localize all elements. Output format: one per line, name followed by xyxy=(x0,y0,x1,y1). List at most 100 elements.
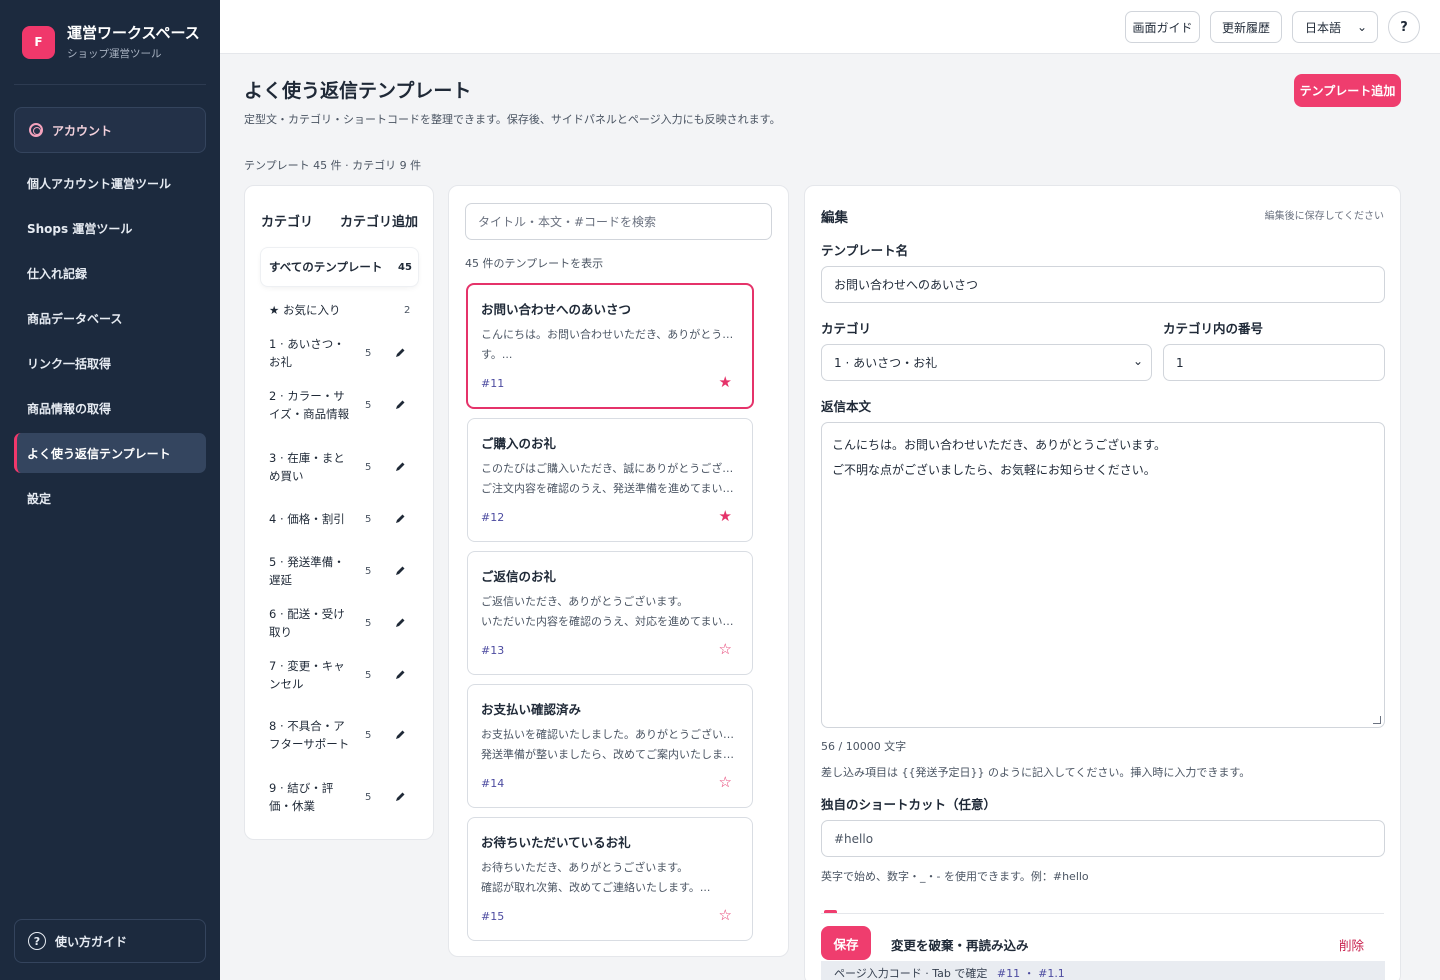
template-card[interactable]: お問い合わせへのあいさつ こんにちは。お問い合わせいただき、ありがとうございま … xyxy=(466,283,754,409)
question-icon: ? xyxy=(28,932,46,950)
account-label: アカウント xyxy=(52,123,113,138)
template-title: お問い合わせへのあいさつ xyxy=(481,302,632,317)
page-input-codes: #11 ・ #1.1 xyxy=(996,967,1065,980)
page-description: 定型文・カテゴリ・ショートコードを整理できます。保存後、サイドパネルとページ入力… xyxy=(244,113,781,126)
category-item-8[interactable]: 8 · 不具合・アフターサポート 5 xyxy=(261,704,418,766)
sidebar-item-reply-templates[interactable]: よく使う返信テンプレート xyxy=(14,433,206,473)
category-item-3[interactable]: 3 · 在庫・まとめ買い 5 xyxy=(261,438,418,496)
template-name-input[interactable]: お問い合わせへのあいさつ xyxy=(821,266,1385,303)
add-template-button[interactable]: テンプレート追加 xyxy=(1294,74,1401,107)
edit-pencil-icon[interactable] xyxy=(393,728,407,742)
template-preview-line: ご返信いただき、ありがとうございます。 xyxy=(481,595,689,608)
sidebar-item-bulk-links[interactable]: リンク一括取得 xyxy=(14,343,206,383)
category-item-7[interactable]: 7 · 変更・キャンセル 5 xyxy=(261,646,418,704)
template-search-input[interactable] xyxy=(465,203,772,240)
edit-pencil-icon[interactable] xyxy=(393,346,407,360)
category-label: 3 · 在庫・まとめ買い xyxy=(269,451,345,483)
sidebar-item-product-database[interactable]: 商品データベース xyxy=(14,298,206,338)
category-number-input[interactable]: 1 xyxy=(1163,344,1385,381)
category-count: 5 xyxy=(365,347,372,359)
edit-pencil-icon[interactable] xyxy=(393,790,407,804)
sidebar-nav: 個人アカウント運営ツール Shops 運営ツール 仕入れ記録 商品データベース … xyxy=(14,163,206,523)
category-label: 7 · 変更・キャンセル xyxy=(269,659,345,691)
sidebar-item-personal-account[interactable]: 個人アカウント運営ツール xyxy=(14,163,206,203)
category-number-label: カテゴリ内の番号 xyxy=(1163,321,1264,336)
category-count: 5 xyxy=(365,399,372,411)
category-label: すべてのテンプレート xyxy=(269,260,383,274)
category-item-all[interactable]: すべてのテンプレート 45 xyxy=(261,248,418,286)
shortcut-label: 独自のショートカット（任意） xyxy=(821,797,997,812)
category-item-favorites[interactable]: ★ お気に入り 2 xyxy=(261,286,418,334)
screen-guide-button[interactable]: 画面ガイド xyxy=(1125,11,1200,43)
topbar: 画面ガイド 更新履歴 日本語 ⌄ ? xyxy=(220,0,1440,54)
template-code: #14 xyxy=(481,777,505,790)
category-item-6[interactable]: 6 · 配送・受け取り 5 xyxy=(261,600,418,646)
edit-pencil-icon[interactable] xyxy=(393,616,407,630)
template-card[interactable]: お待ちいただいているお礼 お待ちいただき、ありがとうございます。 確認が取れ次第… xyxy=(467,817,753,941)
brand-subtitle: ショップ運営ツール xyxy=(67,48,162,60)
add-category-button[interactable]: カテゴリ追加 xyxy=(340,211,418,230)
template-card[interactable]: ご返信のお礼 ご返信いただき、ありがとうございます。 いただいた内容を確認のうえ… xyxy=(467,551,753,675)
reply-body-label: 返信本文 xyxy=(821,399,872,414)
category-item-4[interactable]: 4 · 価格・割引 5 xyxy=(261,496,418,542)
template-code: #12 xyxy=(481,511,505,524)
char-count: 56 / 10000 文字 xyxy=(821,740,907,753)
category-item-1[interactable]: 1 · あいさつ・お礼 5 xyxy=(261,334,418,372)
edit-pencil-icon[interactable] xyxy=(393,460,407,474)
reply-body-line: こんにちは。お問い合わせいただき、ありがとうございます。 xyxy=(832,438,1166,452)
category-count: 5 xyxy=(365,461,372,473)
category-count: 5 xyxy=(365,729,372,741)
favorite-star-icon[interactable]: ★ xyxy=(719,507,732,525)
category-item-5[interactable]: 5 · 発送準備・遅延 5 xyxy=(261,542,418,600)
template-code: #15 xyxy=(481,910,505,923)
account-icon xyxy=(29,123,43,137)
edit-hint: 編集後に保存してください xyxy=(1264,211,1384,222)
template-card[interactable]: ご購入のお礼 このたびはご購入いただき、誠にありがとうございます。 ご注文内容を… xyxy=(467,418,753,542)
template-preview-line: 発送準備が整いましたら、改めてご案内いたします。... xyxy=(481,748,741,761)
delete-button[interactable]: 削除 xyxy=(1339,935,1364,954)
category-select-label: カテゴリ xyxy=(821,321,872,336)
category-count: 5 xyxy=(365,617,372,629)
sidebar-item-purchase-records[interactable]: 仕入れ記録 xyxy=(14,253,206,293)
edit-pencil-icon[interactable] xyxy=(393,668,407,682)
edit-pencil-icon[interactable] xyxy=(393,512,407,526)
template-preview-line: こんにちは。お問い合わせいただき、ありがとうございま xyxy=(481,328,741,341)
page-title: よく使う返信テンプレート xyxy=(244,80,472,102)
reply-body-textarea[interactable]: こんにちは。お問い合わせいただき、ありがとうございます。 ご不明な点がございまし… xyxy=(821,422,1385,728)
help-button[interactable]: ? xyxy=(1388,11,1420,43)
usage-guide-button[interactable]: ? 使い方ガイド xyxy=(14,919,206,963)
sidebar-item-product-info[interactable]: 商品情報の取得 xyxy=(14,388,206,428)
category-select[interactable]: 1 · あいさつ・お礼 ⌄ xyxy=(821,344,1152,381)
template-counts: テンプレート 45 件 · カテゴリ 9 件 xyxy=(244,159,422,172)
template-card[interactable]: お支払い確認済み お支払いを確認いたしました。ありがとうございます。 発送準備が… xyxy=(467,684,753,808)
category-label: 6 · 配送・受け取り xyxy=(269,607,345,639)
resize-handle-icon[interactable] xyxy=(1373,716,1381,724)
shortcut-input[interactable]: #hello xyxy=(821,820,1385,857)
favorite-star-icon[interactable]: ☆ xyxy=(719,906,732,924)
divider xyxy=(14,84,206,85)
edit-pencil-icon[interactable] xyxy=(393,398,407,412)
history-button[interactable]: 更新履歴 xyxy=(1210,11,1282,43)
save-button[interactable]: 保存 xyxy=(821,926,871,960)
favorite-star-icon[interactable]: ☆ xyxy=(719,640,732,658)
category-panel: カテゴリ カテゴリ追加 すべてのテンプレート 45 ★ お気に入り 2 1 · … xyxy=(244,185,434,840)
category-count: 45 xyxy=(398,261,412,273)
category-select-value: 1 · あいさつ・お礼 xyxy=(834,356,938,370)
language-value: 日本語 xyxy=(1305,20,1342,35)
discard-reload-button[interactable]: 変更を破棄・再読み込み xyxy=(891,935,1029,954)
favorite-star-icon[interactable]: ★ xyxy=(719,373,732,391)
category-item-2[interactable]: 2 · カラー・サイズ・商品情報 5 xyxy=(261,372,418,438)
edit-pencil-icon[interactable] xyxy=(393,564,407,578)
category-item-9[interactable]: 9 · 結び・評価・休業 5 xyxy=(261,766,418,828)
page-input-code-bar: ページ入力コード · Tab で確定 #11 ・ #1.1 xyxy=(821,961,1385,980)
sidebar-item-shops[interactable]: Shops 運営ツール xyxy=(14,208,206,248)
template-preview: ご返信いただき、ありがとうございます。 いただいた内容を確認のうえ、対応を進めて… xyxy=(481,592,741,632)
chevron-down-icon: ⌄ xyxy=(1356,20,1367,34)
template-title: お支払い確認済み xyxy=(481,702,582,717)
divider xyxy=(821,913,1384,914)
sidebar-item-settings[interactable]: 設定 xyxy=(14,478,206,518)
favorite-star-icon[interactable]: ☆ xyxy=(719,773,732,791)
page-input-code-label: ページ入力コード · Tab で確定 xyxy=(834,967,988,980)
language-select[interactable]: 日本語 ⌄ xyxy=(1292,11,1378,43)
account-button[interactable]: アカウント xyxy=(14,107,206,153)
